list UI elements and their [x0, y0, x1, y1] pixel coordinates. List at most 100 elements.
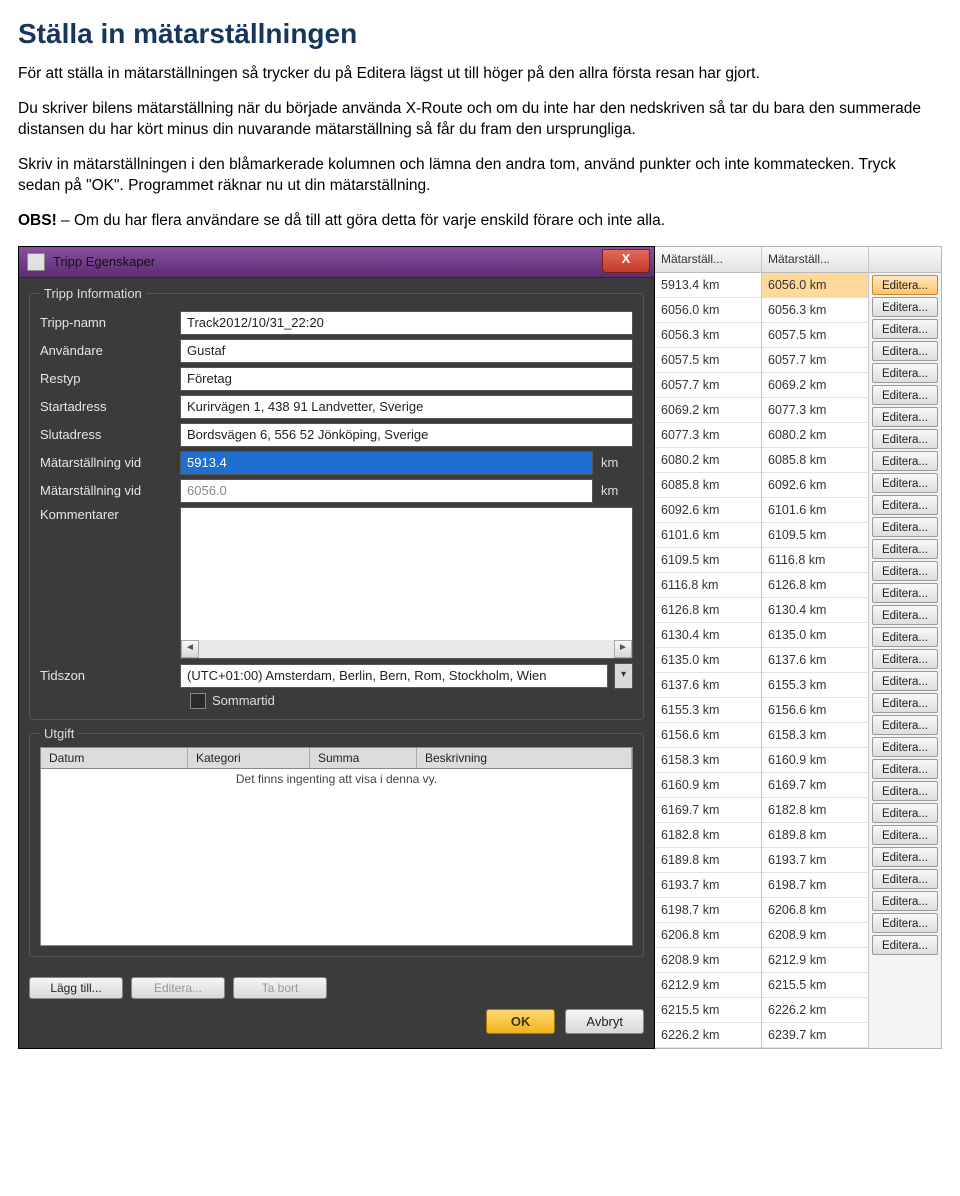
grid-cell-start[interactable]: 6137.6 km	[655, 673, 761, 698]
grid-edit-button[interactable]: Editera...	[872, 627, 938, 647]
grid-cell-end[interactable]: 6101.6 km	[762, 498, 868, 523]
grid-cell-start[interactable]: 6160.9 km	[655, 773, 761, 798]
grid-cell-start[interactable]: 6198.7 km	[655, 898, 761, 923]
utgift-header-datum[interactable]: Datum	[41, 748, 188, 768]
grid-cell-end[interactable]: 6189.8 km	[762, 823, 868, 848]
grid-edit-button[interactable]: Editera...	[872, 781, 938, 801]
grid-cell-end[interactable]: 6212.9 km	[762, 948, 868, 973]
grid-cell-end[interactable]: 6169.7 km	[762, 773, 868, 798]
grid-edit-button[interactable]: Editera...	[872, 891, 938, 911]
dialog-titlebar[interactable]: Tripp Egenskaper X	[19, 247, 654, 278]
grid-cell-end[interactable]: 6056.0 km	[762, 273, 868, 298]
grid-cell-end[interactable]: 6057.7 km	[762, 348, 868, 373]
utgift-header-summa[interactable]: Summa	[310, 748, 417, 768]
grid-edit-button[interactable]: Editera...	[872, 495, 938, 515]
grid-cell-start[interactable]: 6109.5 km	[655, 548, 761, 573]
input-odometer-start[interactable]	[180, 451, 593, 475]
grid-edit-button[interactable]: Editera...	[872, 407, 938, 427]
grid-cell-start[interactable]: 6069.2 km	[655, 398, 761, 423]
grid-edit-button[interactable]: Editera...	[872, 473, 938, 493]
grid-cell-start[interactable]: 6182.8 km	[655, 823, 761, 848]
grid-cell-start[interactable]: 6077.3 km	[655, 423, 761, 448]
grid-edit-button[interactable]: Editera...	[872, 715, 938, 735]
grid-cell-end[interactable]: 6056.3 km	[762, 298, 868, 323]
grid-cell-start[interactable]: 6158.3 km	[655, 748, 761, 773]
grid-cell-start[interactable]: 6085.8 km	[655, 473, 761, 498]
grid-edit-button[interactable]: Editera...	[872, 759, 938, 779]
grid-cell-start[interactable]: 6215.5 km	[655, 998, 761, 1023]
utgift-header-beskrivning[interactable]: Beskrivning	[417, 748, 632, 768]
add-button[interactable]: Lägg till...	[29, 977, 123, 999]
grid-cell-start[interactable]: 6126.8 km	[655, 598, 761, 623]
grid-cell-end[interactable]: 6057.5 km	[762, 323, 868, 348]
grid-cell-start[interactable]: 6156.6 km	[655, 723, 761, 748]
input-startaddress[interactable]	[180, 395, 633, 419]
scroll-left-icon[interactable]: ◄	[181, 640, 199, 658]
grid-cell-end[interactable]: 6182.8 km	[762, 798, 868, 823]
grid-edit-button[interactable]: Editera...	[872, 803, 938, 823]
grid-edit-button[interactable]: Editera...	[872, 451, 938, 471]
grid-cell-start[interactable]: 6080.2 km	[655, 448, 761, 473]
grid-edit-button[interactable]: Editera...	[872, 847, 938, 867]
grid-cell-end[interactable]: 6208.9 km	[762, 923, 868, 948]
grid-cell-start[interactable]: 6193.7 km	[655, 873, 761, 898]
grid-cell-end[interactable]: 6226.2 km	[762, 998, 868, 1023]
grid-header-end[interactable]: Mätarställ...	[762, 247, 868, 273]
grid-cell-start[interactable]: 6101.6 km	[655, 523, 761, 548]
grid-cell-end[interactable]: 6193.7 km	[762, 848, 868, 873]
grid-cell-start[interactable]: 6206.8 km	[655, 923, 761, 948]
grid-cell-start[interactable]: 6130.4 km	[655, 623, 761, 648]
ok-button[interactable]: OK	[486, 1009, 556, 1034]
grid-edit-button[interactable]: Editera...	[872, 363, 938, 383]
grid-cell-end[interactable]: 6198.7 km	[762, 873, 868, 898]
grid-cell-end[interactable]: 6109.5 km	[762, 523, 868, 548]
grid-cell-start[interactable]: 6056.3 km	[655, 323, 761, 348]
grid-header-start[interactable]: Mätarställ...	[655, 247, 761, 273]
grid-edit-button[interactable]: Editera...	[872, 913, 938, 933]
grid-cell-end[interactable]: 6206.8 km	[762, 898, 868, 923]
grid-cell-start[interactable]: 6212.9 km	[655, 973, 761, 998]
grid-cell-end[interactable]: 6160.9 km	[762, 748, 868, 773]
scroll-right-icon[interactable]: ►	[614, 640, 632, 658]
edit-button[interactable]: Editera...	[131, 977, 225, 999]
grid-edit-button[interactable]: Editera...	[872, 429, 938, 449]
grid-edit-button[interactable]: Editera...	[872, 693, 938, 713]
grid-cell-end[interactable]: 6077.3 km	[762, 398, 868, 423]
grid-cell-start[interactable]: 6169.7 km	[655, 798, 761, 823]
grid-cell-end[interactable]: 6092.6 km	[762, 473, 868, 498]
grid-cell-start[interactable]: 6208.9 km	[655, 948, 761, 973]
grid-edit-button[interactable]: Editera...	[872, 671, 938, 691]
grid-edit-button[interactable]: Editera...	[872, 385, 938, 405]
grid-cell-start[interactable]: 6056.0 km	[655, 298, 761, 323]
grid-cell-end[interactable]: 6126.8 km	[762, 573, 868, 598]
grid-cell-end[interactable]: 6215.5 km	[762, 973, 868, 998]
grid-cell-end[interactable]: 6130.4 km	[762, 598, 868, 623]
grid-edit-button[interactable]: Editera...	[872, 869, 938, 889]
grid-cell-start[interactable]: 6226.2 km	[655, 1023, 761, 1048]
comments-area[interactable]: ◄ ►	[180, 507, 633, 659]
grid-edit-button[interactable]: Editera...	[872, 583, 938, 603]
input-tripname[interactable]	[180, 311, 633, 335]
input-odometer-end[interactable]	[180, 479, 593, 503]
grid-cell-end[interactable]: 6080.2 km	[762, 423, 868, 448]
delete-button[interactable]: Ta bort	[233, 977, 327, 999]
grid-edit-button[interactable]: Editera...	[872, 539, 938, 559]
grid-edit-button[interactable]: Editera...	[872, 561, 938, 581]
grid-cell-start[interactable]: 6057.5 km	[655, 348, 761, 373]
cancel-button[interactable]: Avbryt	[565, 1009, 644, 1034]
grid-edit-button[interactable]: Editera...	[872, 737, 938, 757]
grid-cell-end[interactable]: 6069.2 km	[762, 373, 868, 398]
grid-cell-end[interactable]: 6158.3 km	[762, 723, 868, 748]
grid-cell-end[interactable]: 6135.0 km	[762, 623, 868, 648]
chevron-down-icon[interactable]: ▾	[614, 663, 633, 689]
grid-edit-button[interactable]: Editera...	[872, 605, 938, 625]
input-endaddress[interactable]	[180, 423, 633, 447]
input-user[interactable]	[180, 339, 633, 363]
comments-hscrollbar[interactable]: ◄ ►	[181, 640, 632, 658]
utgift-header-kategori[interactable]: Kategori	[188, 748, 310, 768]
grid-cell-start[interactable]: 5913.4 km	[655, 273, 761, 298]
grid-cell-end[interactable]: 6137.6 km	[762, 648, 868, 673]
grid-edit-button[interactable]: Editera...	[872, 935, 938, 955]
grid-cell-end[interactable]: 6239.7 km	[762, 1023, 868, 1048]
grid-cell-end[interactable]: 6156.6 km	[762, 698, 868, 723]
